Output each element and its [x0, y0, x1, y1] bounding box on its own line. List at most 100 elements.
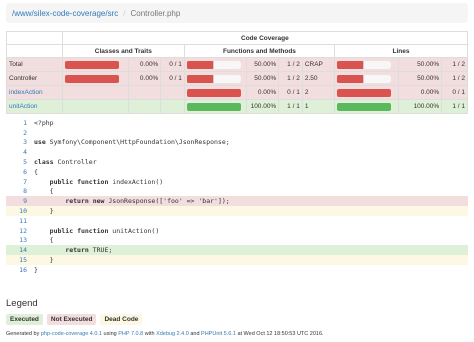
- lines-progress-bar: [336, 74, 391, 83]
- classes-percent: [128, 99, 162, 114]
- code-line: 13 {: [6, 236, 468, 246]
- line-number-link[interactable]: 15: [6, 256, 34, 264]
- footer-xdebug-link[interactable]: Xdebug 2.4.0: [156, 331, 189, 337]
- lines-progress-bar: [336, 88, 391, 97]
- breadcrumb: /www/silex-code-coverage/src / Controlle…: [6, 3, 468, 23]
- source-code: 1 <?php 2 3 use Symfony\Component\HttpFounda…: [6, 118, 468, 275]
- code-line: 2: [6, 128, 468, 138]
- row-name: Total: [9, 61, 23, 68]
- method-link[interactable]: indexAction: [9, 89, 43, 96]
- line-number-link[interactable]: 14: [6, 246, 34, 254]
- line-number-link[interactable]: 11: [6, 217, 34, 225]
- classes-bar-cell: [61, 71, 130, 86]
- line-number-link[interactable]: 4: [6, 148, 34, 156]
- footer-phpunit-link[interactable]: PHPUnit 5.6.1: [201, 331, 236, 337]
- functions-progress-bar: [186, 60, 241, 69]
- coverage-row: Controller 0.00% 0 / 1 50.00% 1 / 2 2.50 50.00…: [6, 71, 468, 86]
- lines-percent: 100.00%: [398, 99, 443, 114]
- code-line: 14 return TRUE;: [6, 245, 468, 256]
- footer-and: and: [190, 331, 200, 337]
- footer: Generated by php-code-coverage 4.0.1 usi…: [6, 331, 324, 337]
- coverage-row: indexAction 0.00% 0 / 1 2 0.00% 0 / 1: [6, 85, 468, 100]
- classes-bar-cell: [61, 57, 130, 72]
- footer-php-link[interactable]: PHP 7.0.8: [118, 331, 143, 337]
- legend: Executed Not Executed Dead Code: [6, 314, 143, 325]
- coverage-title: Code Coverage: [61, 31, 469, 45]
- lines-percent: 50.00%: [398, 71, 443, 86]
- code-line: 10 }: [6, 206, 468, 216]
- lines-bar-cell: [333, 57, 400, 72]
- method-link[interactable]: unitAction: [9, 103, 38, 110]
- crap-value: 2: [301, 85, 335, 100]
- line-number-link[interactable]: 12: [6, 227, 34, 235]
- line-number-link[interactable]: 8: [6, 187, 34, 195]
- line-number-link[interactable]: 6: [6, 168, 34, 176]
- line-number-link[interactable]: 13: [6, 236, 34, 244]
- lines-percent: 50.00%: [398, 57, 443, 72]
- coverage-row: Total 0.00% 0 / 1 50.00% 1 / 2 CRAP 50.00% 1 / …: [6, 57, 468, 72]
- lines-progress-bar: [336, 60, 391, 69]
- row-name-cell: indexAction: [6, 85, 63, 100]
- code-line: 12 public function unitAction(): [6, 226, 468, 236]
- code-text: }: [34, 265, 38, 274]
- code-text: }: [34, 256, 54, 265]
- classes-ratio: 0 / 1: [160, 71, 185, 86]
- coverage-row: unitAction 100.00% 1 / 1 1 100.00% 1 / 1: [6, 99, 468, 114]
- code-text: public function indexAction(): [49, 177, 164, 186]
- coverage-table: Code Coverage Classes and Traits Functio…: [6, 31, 469, 114]
- lines-bar-cell: [333, 99, 400, 114]
- header-lines: Lines: [333, 44, 469, 58]
- code-text: {: [34, 167, 38, 176]
- code-line: 11: [6, 216, 468, 226]
- code-text: use Symfony\Component\HttpFoundation\Jso…: [34, 138, 230, 147]
- code-line: 5 class Controller: [6, 157, 468, 167]
- legend-dead-code: Dead Code: [100, 314, 143, 325]
- line-number-link[interactable]: 5: [6, 158, 34, 166]
- line-number-link[interactable]: 3: [6, 138, 34, 146]
- code-line: 1 <?php: [6, 118, 468, 128]
- crap-value: 1: [301, 99, 335, 114]
- lines-ratio: 1 / 2: [441, 57, 468, 72]
- code-text: return new JsonResponse(['foo' => 'bar']…: [65, 197, 230, 206]
- crap-value: 2.50: [301, 71, 335, 86]
- functions-percent: 100.00%: [246, 99, 280, 114]
- line-number-link[interactable]: 2: [6, 129, 34, 137]
- line-number-link[interactable]: 9: [6, 197, 34, 205]
- functions-ratio: 1 / 2: [278, 71, 303, 86]
- footer-using: using: [103, 331, 117, 337]
- classes-ratio: 0 / 1: [160, 57, 185, 72]
- header-name: [6, 44, 63, 58]
- code-text: }: [34, 207, 54, 216]
- row-name-cell: unitAction: [6, 99, 63, 114]
- lines-ratio: 1 / 2: [441, 71, 468, 86]
- code-line: 16}: [6, 265, 468, 275]
- classes-bar-cell: [61, 99, 130, 114]
- code-line: 3 use Symfony\Component\HttpFoundation\Js…: [6, 138, 468, 148]
- row-name-cell: Total: [6, 57, 63, 72]
- code-text: {: [34, 187, 54, 196]
- functions-bar-cell: [183, 71, 248, 86]
- code-text: class Controller: [34, 158, 97, 167]
- code-line: 8 {: [6, 187, 468, 197]
- lines-bar-cell: [333, 71, 400, 86]
- line-number-link[interactable]: 16: [6, 266, 34, 274]
- legend-title: Legend: [6, 298, 38, 309]
- footer-tool-link[interactable]: php-code-coverage 4.0.1: [41, 331, 102, 337]
- line-number-link[interactable]: 10: [6, 207, 34, 215]
- lines-percent: 0.00%: [398, 85, 443, 100]
- code-text: return TRUE;: [65, 246, 113, 255]
- functions-percent: 0.00%: [246, 85, 280, 100]
- code-line: 4: [6, 147, 468, 157]
- line-number-link[interactable]: 7: [6, 178, 34, 186]
- code-text: {: [34, 236, 54, 245]
- functions-progress-bar: [186, 102, 241, 111]
- breadcrumb-root-link[interactable]: /www/silex-code-coverage/src: [12, 9, 118, 18]
- lines-ratio: 1 / 1: [441, 99, 468, 114]
- code-line: 6{: [6, 167, 468, 177]
- code-text: public function unitAction(): [49, 226, 160, 235]
- lines-bar-cell: [333, 85, 400, 100]
- functions-ratio: 1 / 1: [278, 99, 303, 114]
- code-text: <?php: [34, 118, 54, 127]
- line-number-link[interactable]: 1: [6, 119, 34, 127]
- functions-bar-cell: [183, 57, 248, 72]
